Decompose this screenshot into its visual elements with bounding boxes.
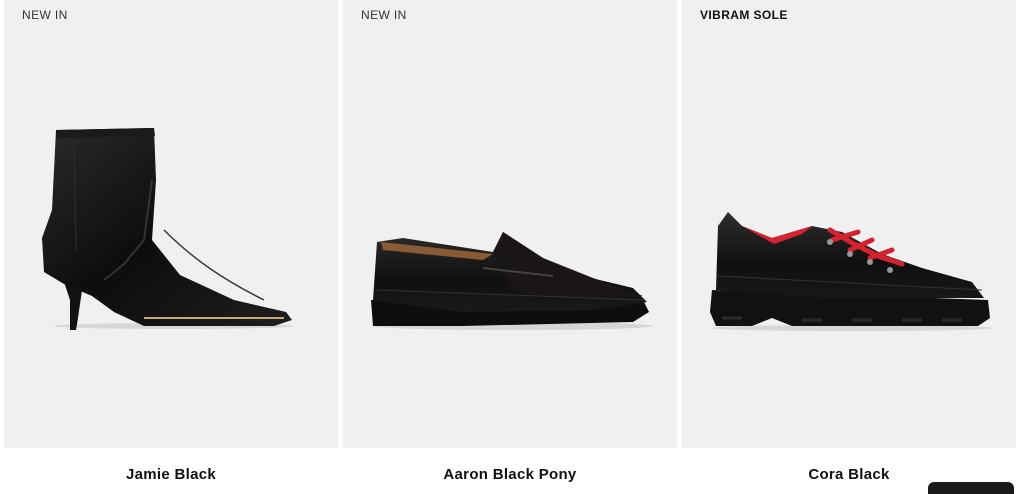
penny-loafer-image bbox=[371, 232, 653, 330]
product-image[interactable]: VIBRAM SOLE bbox=[682, 0, 1016, 448]
product-name[interactable]: Cora Black bbox=[682, 466, 1016, 483]
floating-button-partial[interactable] bbox=[928, 482, 1014, 494]
product-card[interactable]: NEW IN Aaron Black Pony bbox=[343, 0, 677, 486]
product-name[interactable]: Aaron Black Pony bbox=[343, 466, 677, 483]
product-name[interactable]: Jamie Black bbox=[4, 466, 338, 483]
product-image[interactable]: NEW IN bbox=[343, 0, 677, 448]
ankle-boot-image bbox=[42, 128, 294, 330]
hiking-derby-image bbox=[710, 212, 992, 331]
product-image[interactable]: NEW IN bbox=[4, 0, 338, 448]
product-card[interactable]: VIBRAM SOLE Cora Black bbox=[682, 0, 1016, 486]
product-grid: NEW IN Jamie Black NEW IN Aaron Black Po… bbox=[0, 0, 1024, 486]
product-card[interactable]: NEW IN Jamie Black bbox=[4, 0, 338, 486]
